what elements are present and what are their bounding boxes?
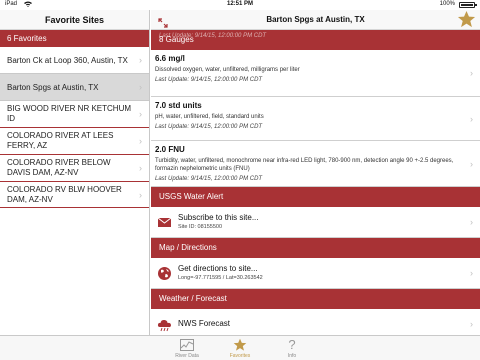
favorite-site-row[interactable]: Barton Ck at Loop 360, Austin, TX › (0, 47, 149, 74)
favorite-site-label: COLORADO RV BLW HOOVER DAM, AZ-NV (7, 184, 122, 204)
favorite-site-row[interactable]: BIG WOOD RIVER NR KETCHUM ID › (0, 101, 149, 128)
gauges-section-header: Last Update: 9/14/15, 12:00:00 PM CDT 8 … (151, 30, 480, 50)
tab-label: Favorites (229, 353, 251, 359)
gauge-value: 2.0 FNU (155, 145, 185, 154)
chevron-right-icon: › (139, 82, 142, 92)
clock: 12:51 PM (226, 1, 253, 7)
tab-river-data[interactable]: River Data (167, 338, 207, 359)
gauge-description: pH, water, unfiltered, field, standard u… (155, 114, 264, 120)
subscribe-label: Subscribe to this site... (178, 213, 259, 222)
favorite-site-label: COLORADO RIVER BELOW DAVIS DAM, AZ-NV (7, 158, 111, 177)
gauges-scroll-peek: Last Update: 9/14/15, 12:00:00 PM CDT (159, 33, 267, 39)
gauge-value: 6.6 mg/l (155, 54, 185, 63)
favorite-site-label: Barton Ck at Loop 360, Austin, TX (7, 55, 128, 65)
globe-icon (157, 266, 172, 281)
status-bar: iPad 12:51 PM 100% (0, 0, 480, 10)
chevron-right-icon: › (470, 217, 473, 227)
favorite-site-row[interactable]: COLORADO RIVER BELOW DAVIS DAM, AZ-NV › (0, 155, 149, 182)
gauge-description: Dissolved oxygen, water, unfiltered, mil… (155, 67, 300, 73)
chevron-right-icon: › (470, 319, 473, 329)
gauge-last-update: Last Update: 9/14/15, 12:00:00 PM CDT (155, 124, 263, 130)
favorite-site-row[interactable]: COLORADO RIVER AT LEES FERRY, AZ › (0, 128, 149, 155)
favorite-site-label: Barton Spgs at Austin, TX (7, 82, 99, 92)
chevron-right-icon: › (139, 189, 142, 200)
gauge-last-update: Last Update: 9/14/15, 12:00:00 PM CDT (155, 77, 263, 83)
chevron-right-icon: › (470, 113, 473, 124)
map-directions-section-header: Map / Directions (151, 238, 480, 258)
cloud-icon (157, 317, 172, 332)
chevron-right-icon: › (139, 136, 142, 146)
gauge-value: 7.0 std units (155, 101, 202, 110)
chevron-right-icon: › (139, 163, 142, 173)
site-detail-pane: Barton Spgs at Austin, TX Last Update: 9… (151, 10, 480, 335)
directions-row[interactable]: Get directions to site... Long=-97.77159… (151, 258, 480, 289)
star-icon (220, 338, 260, 352)
directions-label: Get directions to site... (178, 264, 258, 273)
question-icon: ? (288, 337, 296, 352)
chevron-right-icon: › (470, 158, 473, 169)
nws-forecast-label: NWS Forecast (178, 319, 231, 328)
favorite-site-row[interactable]: Barton Spgs at Austin, TX › (0, 74, 149, 101)
favorite-site-label: BIG WOOD RIVER NR KETCHUM ID (7, 104, 132, 123)
battery-percent: 100% (439, 1, 455, 7)
gauge-last-update: Last Update: 9/14/15, 12:00:00 PM CDT (155, 176, 263, 182)
gauge-row[interactable]: 7.0 std units pH, water, unfiltered, fie… (151, 97, 480, 141)
favorite-site-label: COLORADO RIVER AT LEES FERRY, AZ (7, 131, 114, 150)
favorites-count-header: 6 Favorites (0, 30, 149, 47)
tab-label: River Data (175, 353, 199, 359)
subscribe-alert-row[interactable]: Subscribe to this site... Site ID: 08155… (151, 207, 480, 238)
gauge-description: Turbidity, water, unfiltered, monochrome… (155, 158, 454, 172)
favorite-site-row[interactable]: COLORADO RV BLW HOOVER DAM, AZ-NV › (0, 182, 149, 208)
tab-info[interactable]: ? Info (272, 337, 312, 360)
favorite-star-button[interactable] (457, 10, 476, 29)
water-alert-section-header: USGS Water Alert (151, 187, 480, 207)
gauge-row[interactable]: 2.0 FNU Turbidity, water, unfiltered, mo… (151, 141, 480, 187)
gauge-row[interactable]: 6.6 mg/l Dissolved oxygen, water, unfilt… (151, 50, 480, 97)
chevron-right-icon: › (139, 109, 142, 119)
weather-section-header: Weather / Forecast (151, 289, 480, 309)
envelope-icon (157, 215, 172, 230)
tab-bar: River Data Favorites ? Info (0, 335, 480, 360)
favorites-pane: Favorite Sites 6 Favorites Barton Ck at … (0, 10, 150, 335)
favorites-title: Favorite Sites (0, 10, 149, 30)
chevron-right-icon: › (470, 68, 473, 78)
star-icon (457, 10, 476, 28)
chart-icon (167, 338, 207, 352)
battery-icon (459, 2, 477, 8)
tab-favorites[interactable]: Favorites (220, 338, 260, 359)
chevron-right-icon: › (470, 268, 473, 278)
coordinates-label: Long=-97.771595 / Lat=30.263542 (178, 275, 263, 281)
site-id-label: Site ID: 08155500 (178, 224, 223, 230)
nws-forecast-row[interactable]: NWS Forecast › (151, 309, 480, 335)
tab-label: Info (287, 353, 297, 359)
chevron-right-icon: › (139, 55, 142, 65)
